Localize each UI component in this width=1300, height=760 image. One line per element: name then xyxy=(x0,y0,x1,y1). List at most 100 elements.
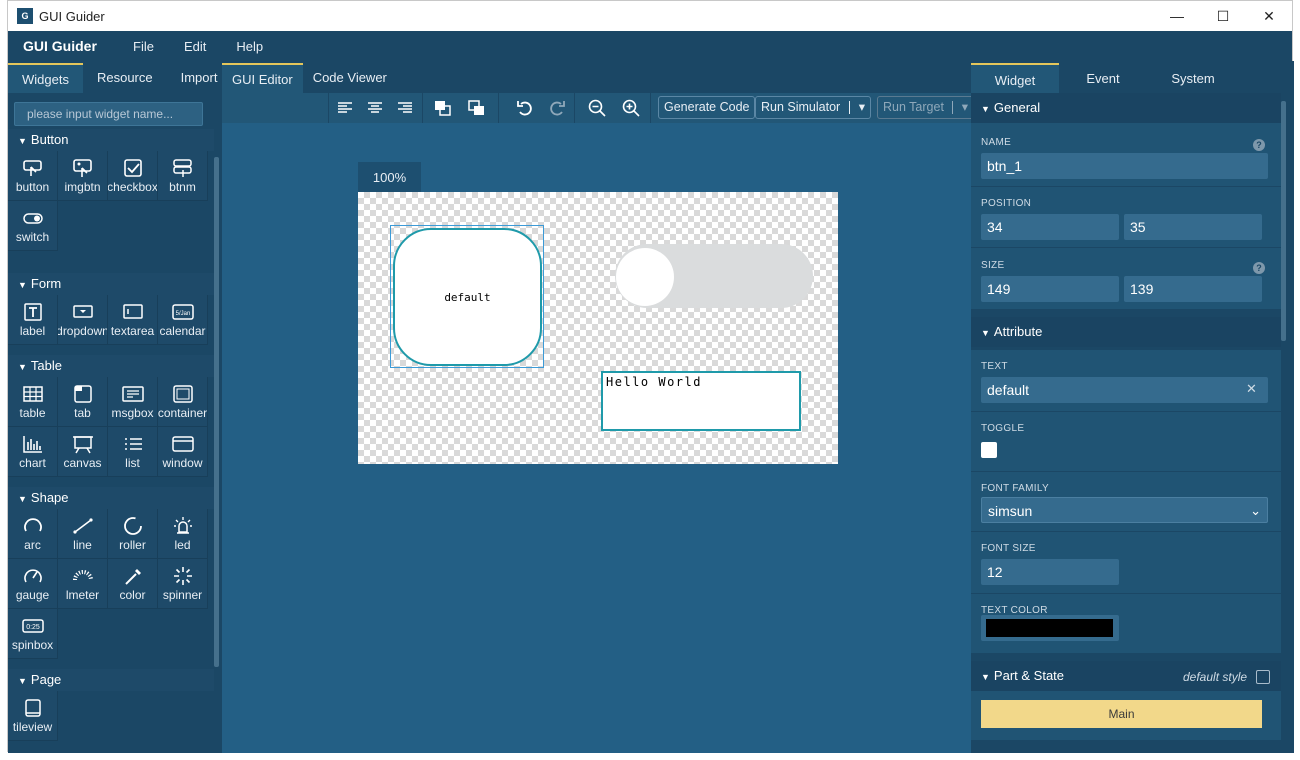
led-icon xyxy=(173,517,192,534)
widget-line[interactable]: line xyxy=(58,509,108,559)
font-family-select[interactable]: simsun ⌄ xyxy=(981,497,1268,523)
section-table[interactable]: ▼ Table xyxy=(8,355,214,377)
widget-lmeter[interactable]: lmeter xyxy=(58,559,108,609)
tileview-icon xyxy=(24,699,41,717)
position-y-input[interactable]: 35 xyxy=(1124,214,1262,240)
widget-spinner[interactable]: spinner xyxy=(158,559,208,609)
widget-tileview[interactable]: tileview xyxy=(8,691,58,741)
zoom-out-button[interactable] xyxy=(586,97,608,119)
widget-calendar[interactable]: 5/Jan calendar xyxy=(158,295,208,345)
bring-front-button[interactable] xyxy=(432,97,454,119)
menu-file[interactable]: File xyxy=(133,39,154,54)
widget-window[interactable]: window xyxy=(158,427,208,477)
widget-list: ▼ Button button imgbtn checkbox btnm swit… xyxy=(8,126,214,753)
textarea-icon xyxy=(122,304,143,319)
zoom-in-button[interactable] xyxy=(620,97,642,119)
section-general[interactable]: ▼ General xyxy=(971,93,1281,123)
section-button[interactable]: ▼ Button xyxy=(8,129,214,151)
position-x-input[interactable]: 34 xyxy=(981,214,1119,240)
widget-container[interactable]: container xyxy=(158,377,208,427)
tab-gui-editor[interactable]: GUI Editor xyxy=(222,63,303,93)
widget-spinbox[interactable]: 0:25 spinbox xyxy=(8,609,58,659)
tab-code-viewer[interactable]: Code Viewer xyxy=(303,63,397,93)
widget-dropdown[interactable]: dropdown xyxy=(58,295,108,345)
widget-color[interactable]: color xyxy=(108,559,158,609)
list-icon xyxy=(124,438,142,450)
font-size-input[interactable]: 12 xyxy=(981,559,1119,585)
widget-gauge[interactable]: gauge xyxy=(8,559,58,609)
text-input[interactable]: default xyxy=(981,377,1268,403)
font-size-block: FONT SIZE 12 xyxy=(971,532,1281,594)
align-center-button[interactable] xyxy=(364,97,386,119)
clear-icon[interactable]: ✕ xyxy=(1246,381,1257,397)
tab-widgets[interactable]: Widgets xyxy=(8,63,83,93)
properties-panel: Widget Event System ▼ General NAME ? btn_… xyxy=(971,61,1294,753)
section-shape[interactable]: ▼ Shape xyxy=(8,487,214,509)
tab-resource[interactable]: Resource xyxy=(83,63,167,93)
preview-switch-knob[interactable] xyxy=(616,248,674,306)
part-main-button[interactable]: Main xyxy=(981,700,1262,728)
menu-help[interactable]: Help xyxy=(236,39,263,54)
widget-led[interactable]: led xyxy=(158,509,208,559)
lmeter-icon xyxy=(72,570,93,581)
text-color-picker[interactable] xyxy=(981,615,1119,641)
menu-edit[interactable]: Edit xyxy=(184,39,206,54)
widget-label[interactable]: label xyxy=(8,295,58,345)
widget-tab[interactable]: tab xyxy=(58,377,108,427)
widgets-scrollbar[interactable] xyxy=(214,157,219,667)
section-part-state[interactable]: ▼ Part & State default style xyxy=(971,661,1281,691)
close-window-button[interactable]: ✕ xyxy=(1246,1,1292,31)
align-left-button[interactable] xyxy=(334,97,356,119)
run-target-button[interactable]: Run Target ▾ xyxy=(877,96,974,119)
position-block: POSITION 34 35 xyxy=(971,187,1281,248)
redo-button[interactable] xyxy=(546,97,568,119)
minimize-button[interactable]: — xyxy=(1154,1,1200,31)
widget-switch[interactable]: switch xyxy=(8,201,58,251)
run-simulator-button[interactable]: Run Simulator ▾ xyxy=(755,96,871,119)
section-page[interactable]: ▼ Page xyxy=(8,669,214,691)
help-icon[interactable]: ? xyxy=(1253,262,1265,274)
widget-btnm[interactable]: btnm xyxy=(158,151,208,201)
selection-box[interactable] xyxy=(390,225,544,368)
generate-code-button[interactable]: Generate Code xyxy=(658,96,756,119)
section-form[interactable]: ▼ Form xyxy=(8,273,214,295)
widget-arc[interactable]: arc xyxy=(8,509,58,559)
widget-textarea[interactable]: textarea xyxy=(108,295,158,345)
section-attribute[interactable]: ▼ Attribute xyxy=(971,317,1281,347)
chart-icon xyxy=(22,436,42,453)
widget-canvas[interactable]: canvas xyxy=(58,427,108,477)
widget-roller[interactable]: roller xyxy=(108,509,158,559)
align-right-button[interactable] xyxy=(394,97,416,119)
screen-preview[interactable]: default Hello World xyxy=(358,192,838,464)
widget-table[interactable]: table xyxy=(8,377,58,427)
switch-icon xyxy=(22,213,43,224)
tab-widget[interactable]: Widget xyxy=(971,63,1059,93)
maximize-button[interactable]: ☐ xyxy=(1200,1,1246,31)
name-block: NAME ? btn_1 xyxy=(971,123,1281,187)
widget-checkbox[interactable]: checkbox xyxy=(108,151,158,201)
toggle-checkbox[interactable] xyxy=(981,442,997,458)
width-input[interactable]: 149 xyxy=(981,276,1119,302)
roller-icon xyxy=(123,517,142,535)
widget-chart[interactable]: chart xyxy=(8,427,58,477)
tab-system[interactable]: System xyxy=(1147,63,1239,93)
widget-button[interactable]: button xyxy=(8,151,58,201)
tab-event[interactable]: Event xyxy=(1059,63,1147,93)
widget-imgbtn[interactable]: imgbtn xyxy=(58,151,108,201)
undo-button[interactable] xyxy=(514,97,536,119)
font-size-label: FONT SIZE xyxy=(981,543,1036,554)
properties-scrollbar[interactable] xyxy=(1281,101,1286,341)
help-icon[interactable]: ? xyxy=(1253,139,1265,151)
color-picker-icon xyxy=(124,569,141,585)
widget-list[interactable]: list xyxy=(108,427,158,477)
caret-down-icon: ▼ xyxy=(981,672,990,682)
default-style-checkbox[interactable] xyxy=(1256,670,1270,684)
send-back-button[interactable] xyxy=(466,97,488,119)
size-block: SIZE ? 149 139 xyxy=(971,248,1281,310)
widget-search-input[interactable]: please input widget name... xyxy=(14,102,203,126)
height-input[interactable]: 139 xyxy=(1124,276,1262,302)
preview-label[interactable]: Hello World xyxy=(601,371,801,431)
widget-msgbox[interactable]: msgbox xyxy=(108,377,158,427)
app-logo-icon: G xyxy=(17,8,33,24)
name-input[interactable]: btn_1 xyxy=(981,153,1268,179)
